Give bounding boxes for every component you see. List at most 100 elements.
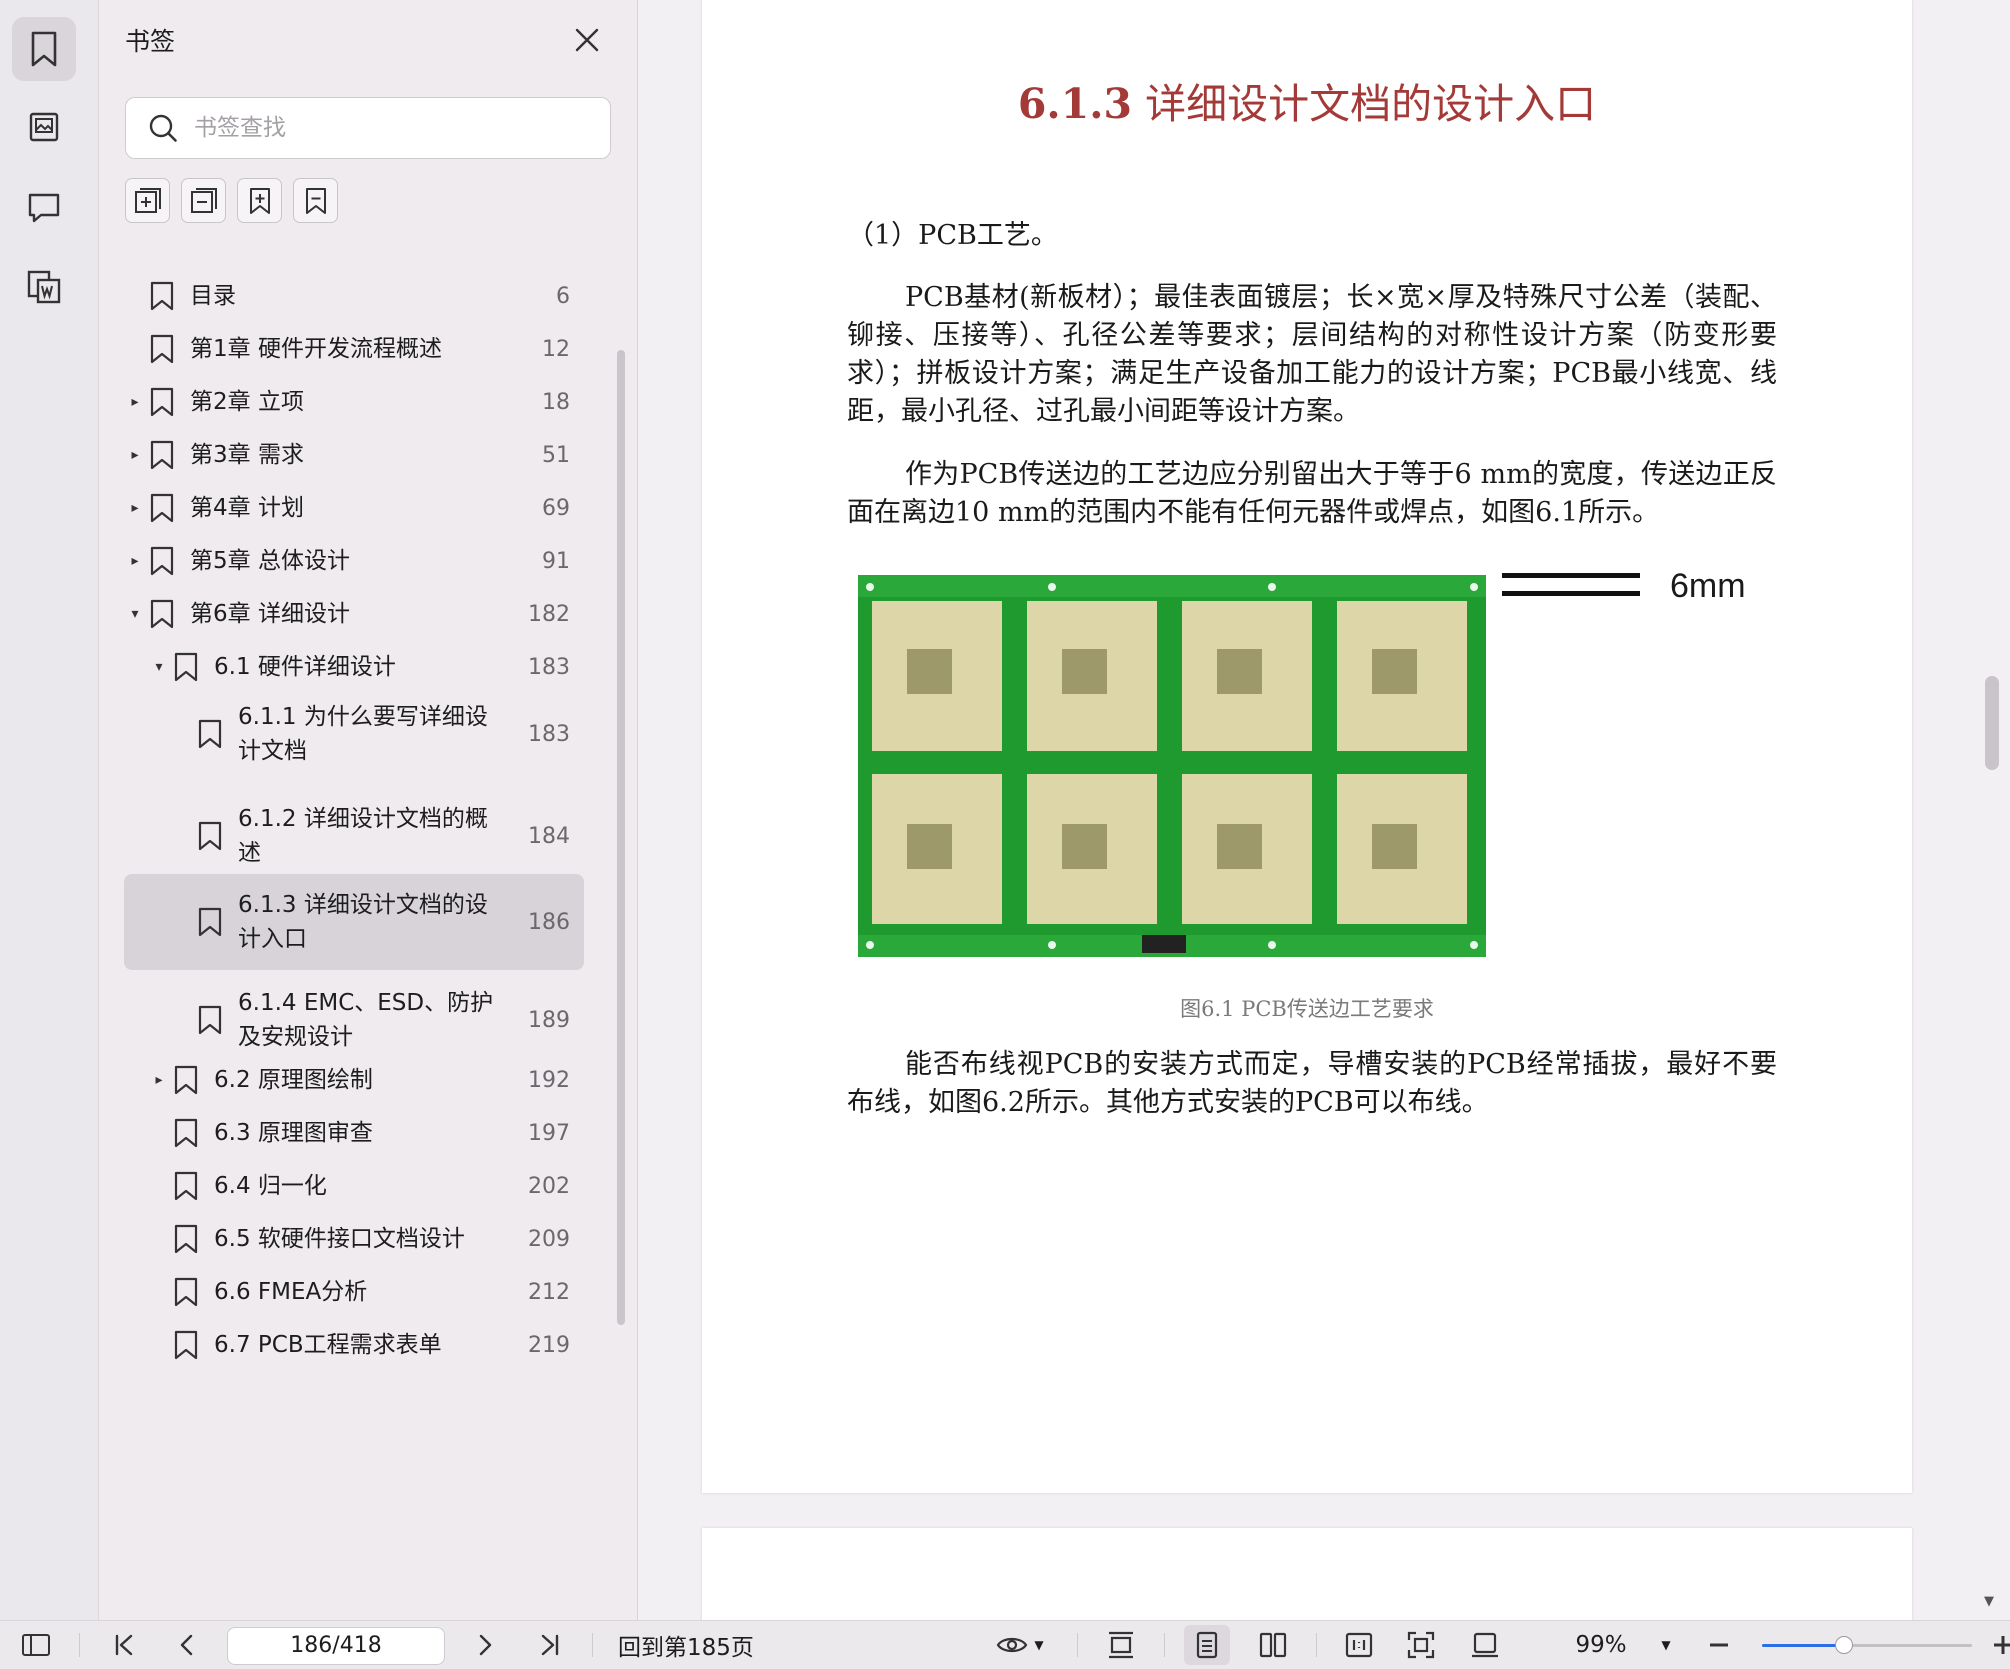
bookmark-item[interactable]: 6.1.1 为什么要写详细设计文档 183	[124, 690, 584, 778]
bookmark-item[interactable]: ▸ 6.2 原理图绘制 192	[124, 1054, 584, 1106]
paragraph-pcb-material: PCB基材(新板材）；最佳表面镀层；长×宽×厚及特殊尺寸公差（装配、铆接、压接等…	[847, 282, 1777, 427]
continuous-scroll-button[interactable]	[1098, 1621, 1144, 1669]
expand-toggle-icon[interactable]: ▸	[128, 394, 142, 410]
fit-width-button[interactable]	[1462, 1621, 1508, 1669]
bookmark-page-number: 182	[528, 601, 570, 627]
paragraph-transport-edge: 作为PCB传送边的工艺边应分别留出大于等于6 mm的宽度，传送边正反面在离边10…	[847, 459, 1777, 528]
minus-icon	[1710, 1643, 1728, 1647]
bookmark-icon	[174, 1065, 198, 1095]
bookmark-page-number: 186	[528, 909, 570, 935]
bookmark-label: 6.1.4 EMC、ESD、防护及安规设计	[238, 990, 494, 1050]
expand-toggle-icon[interactable]: ▸	[128, 447, 142, 463]
expand-toggle-icon[interactable]: ▸	[128, 500, 142, 516]
first-page-icon	[115, 1634, 133, 1656]
bookmark-page-number: 189	[528, 1007, 570, 1033]
document-viewer: 6.1.3 详细设计文档的设计入口 （1）PCB工艺。 PCB基材(新板材）；最…	[638, 0, 2010, 1620]
single-page-button[interactable]	[1184, 1625, 1230, 1665]
previous-page-button[interactable]	[166, 1621, 206, 1669]
bookmark-page-number: 12	[542, 336, 570, 362]
bookmark-item[interactable]: 6.6 FMEA分析 212	[124, 1266, 584, 1318]
bookmark-item[interactable]: ▸ 第5章 总体设计 91	[124, 535, 584, 587]
first-page-button[interactable]	[104, 1621, 144, 1669]
bookmark-item[interactable]: ▸ 第4章 计划 69	[124, 482, 584, 534]
expand-toggle-icon[interactable]: ▸	[152, 1072, 166, 1088]
actual-size-button[interactable]	[1336, 1621, 1382, 1669]
bookmark-item[interactable]: 6.1.3 详细设计文档的设计入口 186	[124, 874, 584, 970]
bookmark-item[interactable]: ▾ 第6章 详细设计 182	[124, 588, 584, 640]
bookmark-item[interactable]: 6.5 软硬件接口文档设计 209	[124, 1213, 584, 1265]
bookmark-label: 第2章 立项	[190, 389, 304, 415]
pcb-panel-image	[852, 569, 1492, 961]
scale-bars	[1502, 573, 1640, 596]
toggle-sidebar-button[interactable]	[14, 1621, 58, 1669]
bookmark-label: 6.4 归一化	[214, 1173, 327, 1199]
bookmark-item[interactable]: 6.3 原理图审查 197	[124, 1107, 584, 1159]
bookmark-toolbar	[125, 178, 338, 223]
two-page-button[interactable]	[1250, 1621, 1296, 1669]
bookmark-page-number: 183	[528, 721, 570, 747]
bookmark-item[interactable]: 6.7 PCB工程需求表单 219	[124, 1319, 584, 1371]
bookmark-icon	[150, 546, 174, 576]
fit-page-button[interactable]	[1398, 1621, 1444, 1669]
bookmark-icon	[198, 907, 222, 937]
collapse-all-button[interactable]	[181, 178, 226, 223]
document-scrollbar[interactable]	[1985, 676, 1999, 770]
separator	[592, 1633, 593, 1657]
bookmark-label: 第4章 计划	[190, 495, 304, 521]
paragraph-routing: 能否布线视PCB的安装方式而定，导槽安装的PCB经常插拔，最好不要布线，如图6.…	[847, 1049, 1777, 1118]
bookmark-item[interactable]: ▸ 第3章 需求 51	[124, 429, 584, 481]
thumbnail-panel-icon[interactable]	[12, 95, 76, 159]
bookmark-item[interactable]: 目录 6	[124, 270, 584, 322]
next-page-button[interactable]	[466, 1621, 506, 1669]
paragraph-pcb-process: （1）PCB工艺。	[847, 220, 1058, 251]
close-panel-button[interactable]	[569, 22, 605, 58]
bookmark-panel-icon[interactable]	[12, 17, 76, 81]
zoom-slider[interactable]	[1762, 1636, 1972, 1654]
expand-toggle-icon[interactable]: ▸	[128, 553, 142, 569]
zoom-out-button[interactable]	[1702, 1621, 1736, 1669]
bookmark-item[interactable]: ▾ 6.1 硬件详细设计 183	[124, 641, 584, 693]
bookmark-label: 6.2 原理图绘制	[214, 1067, 373, 1093]
panel-title: 书签	[125, 27, 176, 56]
go-back-page-link[interactable]: 回到第185页	[618, 1621, 778, 1669]
add-bookmark-button[interactable]	[237, 178, 282, 223]
eye-icon	[997, 1637, 1028, 1653]
single-page-icon	[1196, 1631, 1218, 1659]
expand-toggle-icon[interactable]: ▾	[128, 606, 142, 622]
bookmark-add-icon	[249, 187, 270, 214]
zoom-level[interactable]: 99%	[1556, 1621, 1646, 1669]
bookmark-item[interactable]: 6.1.4 EMC、ESD、防护及安规设计 189	[124, 976, 584, 1064]
annotation-panel-icon[interactable]	[12, 175, 76, 239]
next-document-page	[702, 1528, 1912, 1620]
expand-toggle-icon[interactable]: ▾	[152, 659, 166, 675]
bookmark-label: 6.5 软硬件接口文档设计	[214, 1226, 465, 1252]
bookmark-icon	[174, 1118, 198, 1148]
chevron-left-icon	[180, 1634, 193, 1656]
separator	[79, 1633, 80, 1657]
section-heading: 6.1.3 详细设计文档的设计入口	[702, 70, 1912, 130]
bookmark-item[interactable]: 6.4 归一化 202	[124, 1160, 584, 1212]
expand-all-button[interactable]	[125, 178, 170, 223]
zoom-in-button[interactable]	[1990, 1621, 2010, 1669]
last-page-button[interactable]	[530, 1621, 570, 1669]
bookmark-item[interactable]: 第1章 硬件开发流程概述 12	[124, 323, 584, 375]
bookmark-label: 目录	[190, 283, 236, 309]
bookmark-icon	[150, 440, 174, 470]
continuous-scroll-icon	[1109, 1631, 1133, 1659]
page-number-input[interactable]: 186/418	[227, 1627, 445, 1665]
panel-scrollbar[interactable]	[617, 350, 625, 1325]
zoom-slider-thumb[interactable]	[1834, 1636, 1853, 1654]
separator	[1077, 1633, 1078, 1657]
scroll-down-icon[interactable]: ▼	[1984, 1594, 1994, 1609]
view-mode-dropdown[interactable]: ▼	[990, 1621, 1050, 1669]
bookmark-label: 6.3 原理图审查	[214, 1120, 373, 1146]
bookmark-search-input[interactable]	[192, 114, 596, 142]
bookmark-item[interactable]: ▸ 第2章 立项 18	[124, 376, 584, 428]
bookmark-page-number: 219	[528, 1332, 570, 1358]
actual-size-icon	[1345, 1632, 1373, 1658]
remove-bookmark-button[interactable]	[293, 178, 338, 223]
zoom-dropdown-button[interactable]: ▼	[1654, 1621, 1678, 1669]
bookmark-item[interactable]: 6.1.2 详细设计文档的概述 184	[124, 792, 584, 880]
export-word-icon[interactable]	[12, 255, 76, 319]
fit-page-icon	[1407, 1631, 1435, 1659]
